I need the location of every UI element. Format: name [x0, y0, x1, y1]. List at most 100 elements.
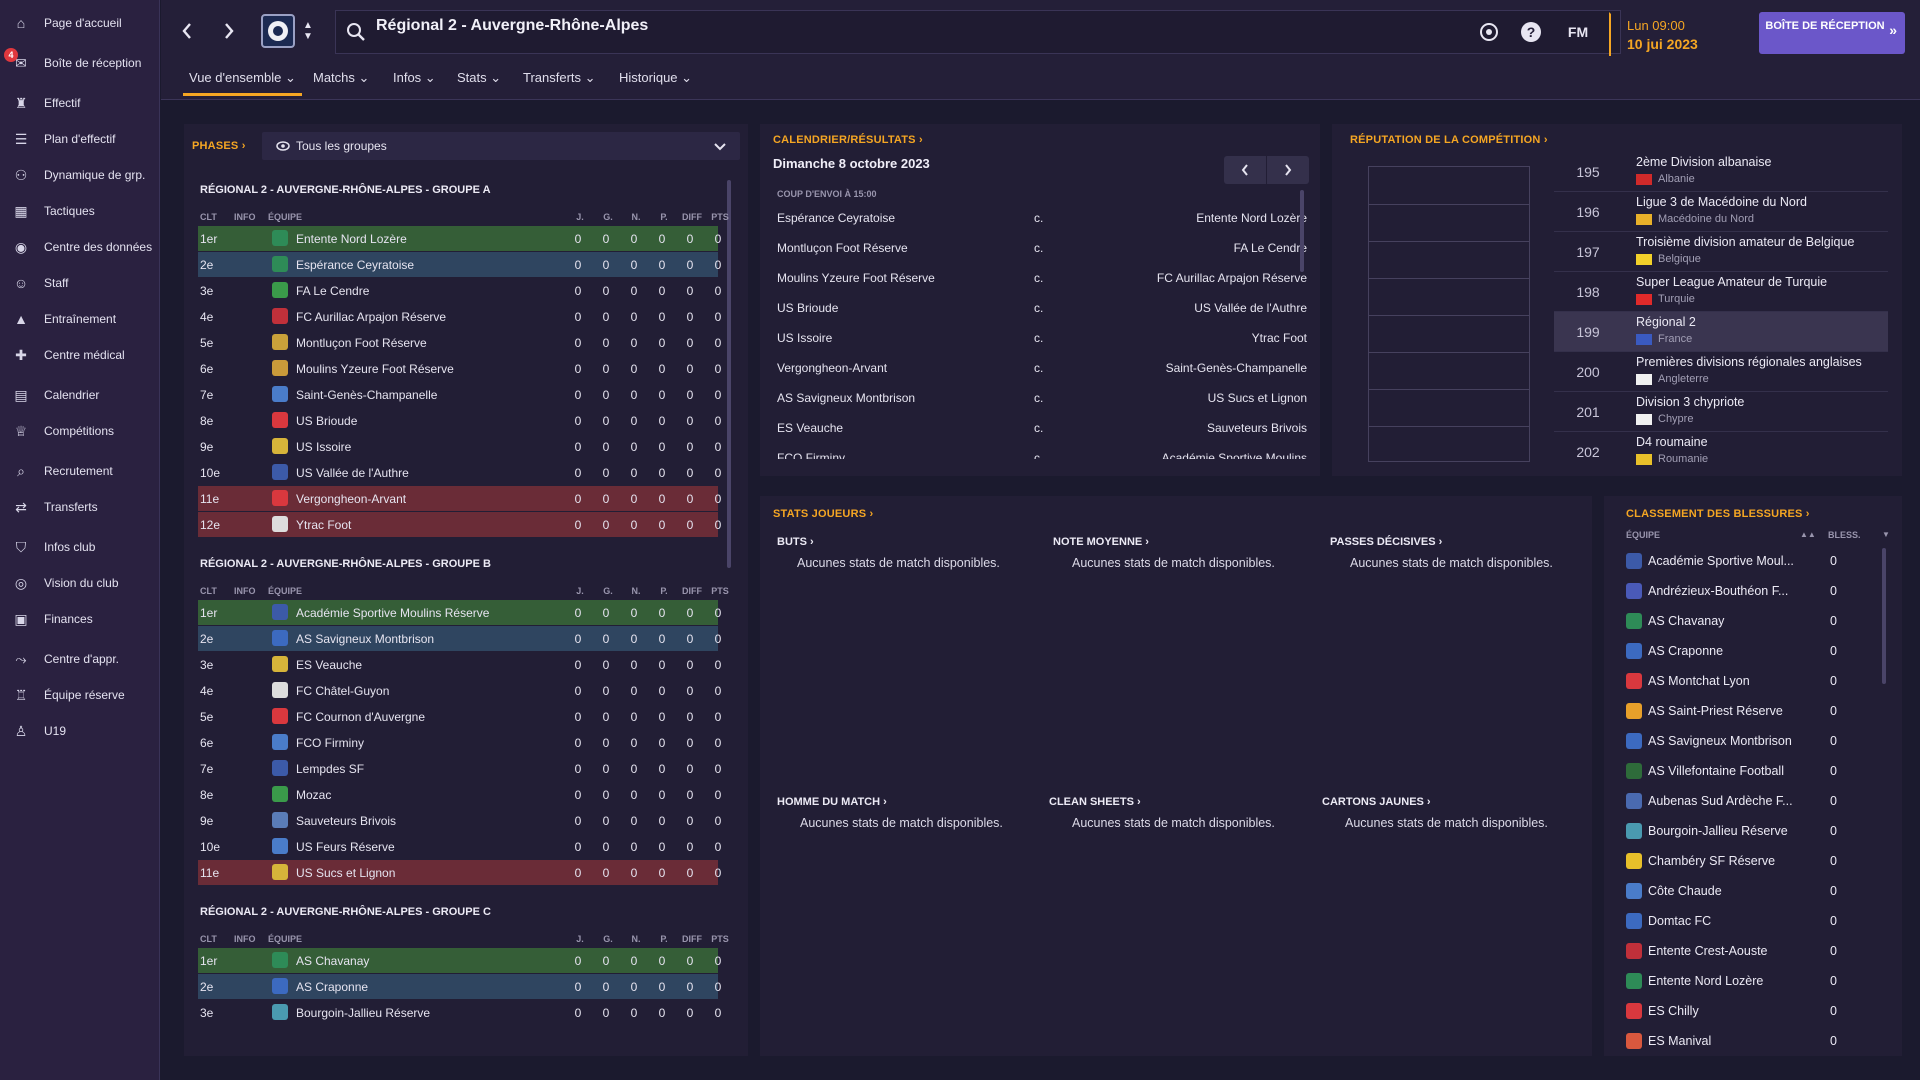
table-row[interactable]: ES Manival 0 [1614, 1026, 1850, 1054]
sidebar-item-scouting[interactable]: ⌕ Recrutement [0, 456, 160, 486]
column-header[interactable]: J. [570, 586, 590, 596]
help-button[interactable]: ? [1519, 20, 1543, 44]
team-name[interactable]: Vergongheon-Arvant [296, 492, 406, 506]
team-name[interactable]: Montluçon Foot Réserve [296, 336, 427, 350]
home-team[interactable]: Vergongheon-Arvant [777, 361, 887, 375]
table-row[interactable]: 8e Mozac 0 0 0 0 0 0 [198, 782, 721, 807]
fixture-row[interactable]: Moulins Yzeure Foot Réserve c. FC Aurillac… [777, 263, 1307, 293]
sidebar-item-academy[interactable]: ⤳ Centre d'appr. [0, 644, 160, 674]
table-row[interactable]: 6e Moulins Yzeure Foot Réserve 0 0 0 0 0 0 [198, 356, 721, 381]
table-row[interactable]: 8e US Brioude 0 0 0 0 0 0 [198, 408, 721, 433]
column-header[interactable]: G. [598, 212, 618, 222]
team-name[interactable]: FCO Firminy [296, 736, 364, 750]
table-row[interactable]: ES Chilly 0 [1614, 996, 1850, 1026]
reputation-row[interactable]: 202 D4 roumaine Roumanie [1554, 432, 1888, 472]
table-row[interactable]: 10e US Vallée de l'Authre 0 0 0 0 0 0 [198, 460, 721, 485]
table-row[interactable]: 1er AS Chavanay 0 0 0 0 0 0 [198, 948, 721, 973]
fixtures-link[interactable]: CALENDRIER/RÉSULTATS › [773, 134, 923, 146]
sidebar-item-u19[interactable]: ♙ U19 [0, 716, 160, 746]
table-row[interactable]: 7e Lempdes SF 0 0 0 0 0 0 [198, 756, 721, 781]
forward-button[interactable] [217, 18, 241, 44]
table-row[interactable]: AS Craponne 0 [1614, 636, 1850, 666]
team-name[interactable]: Andrézieux-Bouthéon F... [1648, 584, 1788, 598]
column-header[interactable]: ÉQUIPE [268, 934, 302, 944]
sidebar-item-finances[interactable]: ▣ Finances [0, 604, 160, 634]
tab-2[interactable]: Infos ⌄ [393, 70, 436, 96]
column-header[interactable]: PTS [710, 934, 730, 944]
home-team[interactable]: Moulins Yzeure Foot Réserve [777, 271, 935, 285]
team-name[interactable]: Espérance Ceyratoise [296, 258, 414, 272]
team-name[interactable]: Moulins Yzeure Foot Réserve [296, 362, 454, 376]
team-name[interactable]: Lempdes SF [296, 762, 364, 776]
competition-name[interactable]: 2ème Division albanaise [1636, 155, 1772, 169]
table-row[interactable]: Entente Crest-Aouste 0 [1614, 936, 1850, 966]
table-row[interactable]: AS Savigneux Montbrison 0 [1614, 726, 1850, 756]
fixture-row[interactable]: US Issoire c. Ytrac Foot [777, 323, 1307, 353]
table-row[interactable]: Entente Nord Lozère 0 [1614, 966, 1850, 996]
column-header[interactable]: DIFF [682, 586, 702, 596]
sidebar-item-squad-plan[interactable]: ☰ Plan d'effectif [0, 124, 160, 154]
team-name[interactable]: Académie Sportive Moulins Réserve [296, 606, 489, 620]
reputation-row[interactable]: 201 Division 3 chypriote Chypre [1554, 392, 1888, 432]
column-header[interactable]: ÉQUIPE [268, 586, 302, 596]
table-row[interactable]: Côte Chaude 0 [1614, 876, 1850, 906]
table-row[interactable]: 5e Montluçon Foot Réserve 0 0 0 0 0 0 [198, 330, 721, 355]
sidebar-item-squad[interactable]: ♜ Effectif [0, 88, 160, 118]
table-row[interactable]: 5e FC Cournon d'Auvergne 0 0 0 0 0 0 [198, 704, 721, 729]
table-row[interactable]: 6e FCO Firminy 0 0 0 0 0 0 [198, 730, 721, 755]
fixture-row[interactable]: Espérance Ceyratoise c. Entente Nord Lozèr… [777, 203, 1307, 233]
away-team[interactable]: Ytrac Foot [1252, 331, 1307, 345]
away-team[interactable]: Entente Nord Lozère [1196, 211, 1307, 225]
column-header[interactable]: J. [570, 212, 590, 222]
away-team[interactable]: FC Aurillac Arpajon Réserve [1157, 271, 1307, 285]
team-name[interactable]: US Issoire [296, 440, 351, 454]
team-name[interactable]: AS Villefontaine Football [1648, 764, 1784, 778]
team-name[interactable]: Entente Crest-Aouste [1648, 944, 1768, 958]
away-team[interactable]: US Sucs et Lignon [1208, 391, 1307, 405]
search-bar[interactable]: Régional 2 - Auvergne-Rhône-Alpes [335, 10, 1621, 54]
team-name[interactable]: AS Chavanay [1648, 614, 1724, 628]
column-header[interactable]: P. [654, 934, 674, 944]
column-header[interactable]: P. [654, 586, 674, 596]
team-name[interactable]: Bourgoin-Jallieu Réserve [296, 1006, 430, 1020]
player-stats-link[interactable]: STATS JOUEURS › [773, 508, 873, 520]
column-header[interactable]: DIFF [682, 212, 702, 222]
team-name[interactable]: ES Manival [1648, 1034, 1711, 1048]
fixtures-scrollbar[interactable] [1300, 190, 1304, 272]
club-switch-button[interactable]: ▲ ▼ [301, 16, 315, 46]
home-team[interactable]: ES Veauche [777, 421, 843, 435]
team-name[interactable]: US Sucs et Lignon [296, 866, 395, 880]
table-row[interactable]: Andrézieux-Bouthéon F... 0 [1614, 576, 1850, 606]
column-header[interactable]: PTS [710, 212, 730, 222]
team-name[interactable]: Bourgoin-Jallieu Réserve [1648, 824, 1788, 838]
sidebar-item-trophy[interactable]: ♕ Compétitions [0, 416, 160, 446]
sidebar-item-inbox[interactable]: ✉ Boîte de réception 4 [0, 48, 160, 78]
table-row[interactable]: 9e Sauveteurs Brivois 0 0 0 0 0 0 [198, 808, 721, 833]
group-title[interactable]: RÉGIONAL 2 - AUVERGNE-RHÔNE-ALPES - GROU… [200, 906, 491, 918]
fixture-row[interactable]: AS Savigneux Montbrison c. US Sucs et Lign… [777, 383, 1307, 413]
injury-col-team[interactable]: ÉQUIPE [1626, 530, 1660, 540]
team-name[interactable]: Saint-Genès-Champanelle [296, 388, 437, 402]
game-date[interactable]: Lun 09:00 10 jui 2023 [1609, 12, 1741, 56]
table-row[interactable]: Domtac FC 0 [1614, 906, 1850, 936]
group-title[interactable]: RÉGIONAL 2 - AUVERGNE-RHÔNE-ALPES - GROU… [200, 184, 491, 196]
reputation-row[interactable]: 200 Premières divisions régionales anglai… [1554, 352, 1888, 392]
home-team[interactable]: Espérance Ceyratoise [777, 211, 895, 225]
team-name[interactable]: AS Savigneux Montbrison [1648, 734, 1792, 748]
team-name[interactable]: US Feurs Réserve [296, 840, 395, 854]
sidebar-item-reserve-team[interactable]: ♖ Équipe réserve [0, 680, 160, 710]
column-header[interactable]: G. [598, 934, 618, 944]
away-team[interactable]: Saint-Genès-Champanelle [1166, 361, 1307, 375]
prev-date-button[interactable] [1224, 156, 1266, 184]
team-name[interactable]: Mozac [296, 788, 331, 802]
reputation-row[interactable]: 195 2ème Division albanaise Albanie [1554, 152, 1888, 192]
stat-category-link[interactable]: BUTS › [777, 536, 814, 548]
competition-name[interactable]: Premières divisions régionales anglaises [1636, 355, 1862, 369]
column-header[interactable]: ÉQUIPE [268, 212, 302, 222]
table-row[interactable]: 4e FC Aurillac Arpajon Réserve 0 0 0 0 0 0 [198, 304, 721, 329]
table-row[interactable]: 7e Saint-Genès-Champanelle 0 0 0 0 0 0 [198, 382, 721, 407]
group-select[interactable]: Tous les groupes [262, 132, 740, 160]
tab-0[interactable]: Vue d'ensemble ⌄ [183, 70, 302, 96]
sidebar-item-data-hub[interactable]: ◉ Centre des données [0, 232, 160, 262]
sidebar-item-home[interactable]: ⌂ Page d'accueil [0, 8, 160, 38]
